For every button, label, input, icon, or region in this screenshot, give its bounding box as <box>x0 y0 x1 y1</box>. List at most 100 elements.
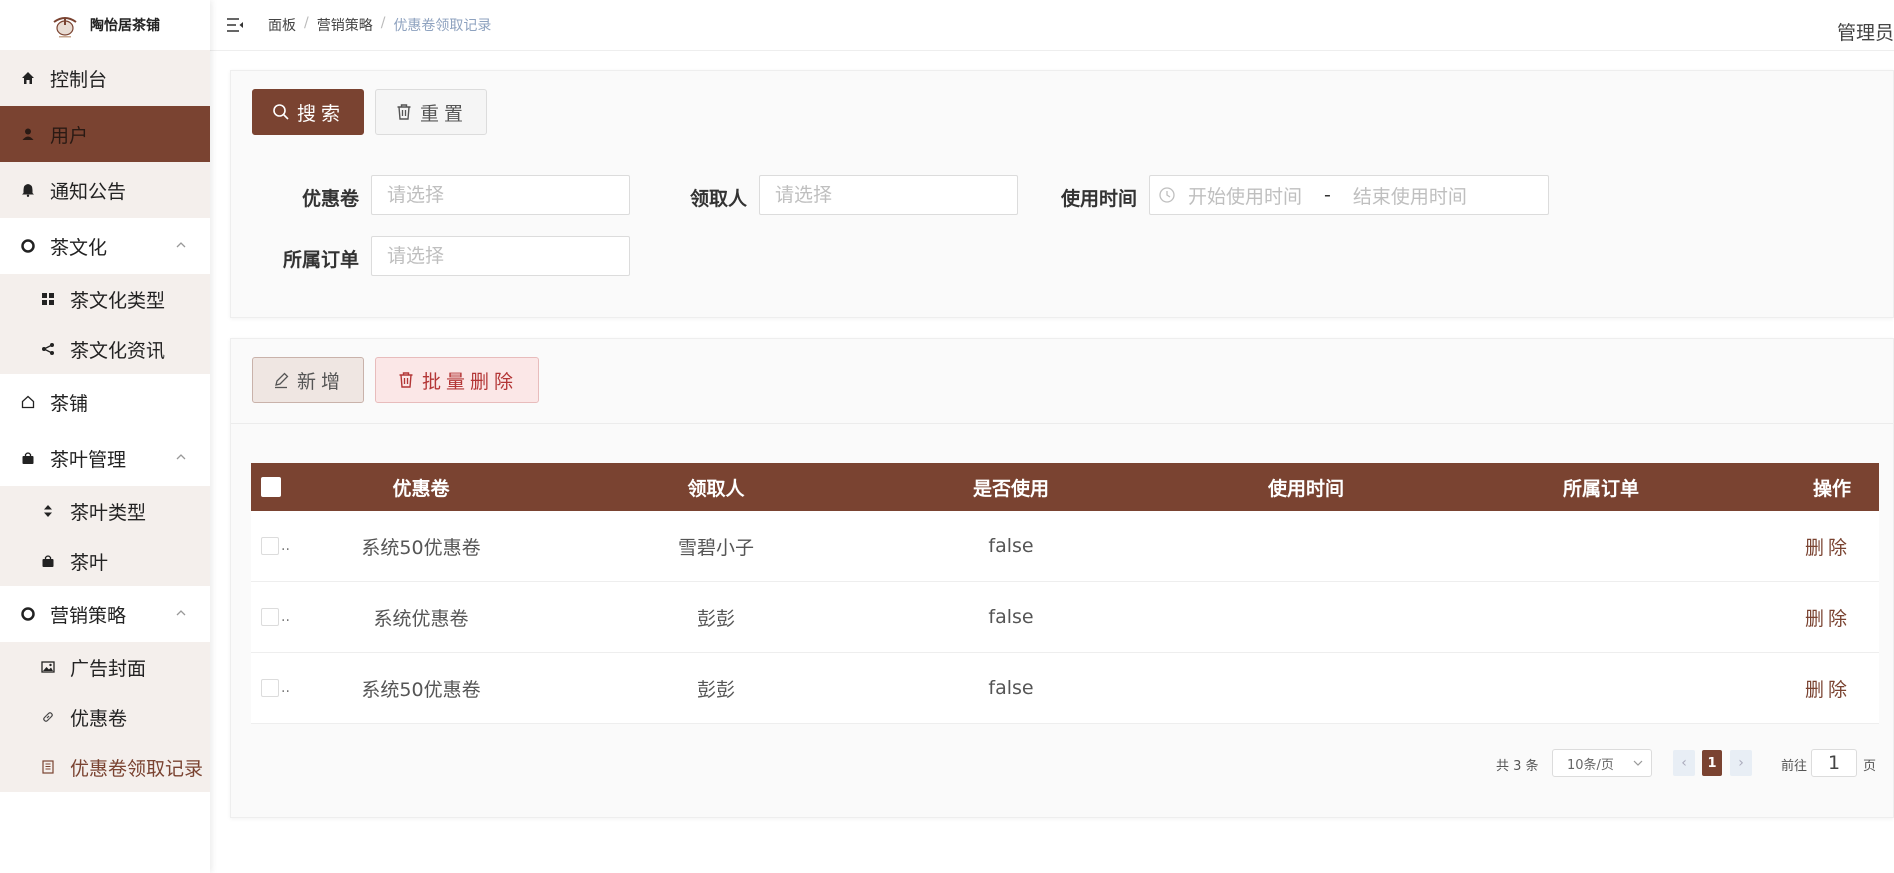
coupon-select[interactable]: 请选择 <box>371 175 630 215</box>
row-checkbox-cell: .. <box>251 679 311 697</box>
sidebar-item-ad-cover[interactable]: 广告封面 <box>0 642 210 692</box>
sidebar-item-coupon-records[interactable]: 优惠卷领取记录 <box>0 742 210 792</box>
sidebar-item-label: 茶铺 <box>50 392 89 415</box>
cell-used: false <box>988 535 1034 557</box>
row-ellipsis: .. <box>281 609 290 625</box>
pagination-total: 共 3 条 <box>1496 759 1539 774</box>
next-page-button[interactable]: › <box>1730 750 1752 776</box>
receiver-select[interactable]: 请选择 <box>759 175 1018 215</box>
sidebar-item-label: 茶叶 <box>70 551 109 574</box>
sidebar-item-tea-shop[interactable]: 茶铺 <box>0 374 210 430</box>
use-time-filter-label: 使用时间 <box>1060 188 1137 210</box>
edit-icon <box>271 370 291 390</box>
table-panel: 新增 批量删除 优惠卷 领取人 是否使用 使用时间 所属订单 操作 .. 系统5… <box>230 338 1894 818</box>
house-outline-icon <box>20 394 36 410</box>
column-header-use-time: 使用时间 <box>1267 477 1344 500</box>
document-icon <box>40 759 56 775</box>
cell-receiver: 彭彭 <box>696 678 735 701</box>
user-menu[interactable]: 管理员 <box>1837 18 1894 45</box>
end-time-input[interactable]: 结束使用时间 <box>1353 182 1467 209</box>
goto-page-input[interactable]: 1 <box>1811 749 1857 777</box>
breadcrumb-item-panel[interactable]: 面板 <box>268 15 296 35</box>
table-row: .. 系统50优惠卷 雪碧小子 false 删除 <box>251 511 1879 582</box>
cell-coupon: 系统50优惠卷 <box>361 678 481 701</box>
reset-button[interactable]: 重置 <box>375 89 487 135</box>
home-icon <box>20 70 36 86</box>
chevron-up-icon[interactable] <box>174 452 188 462</box>
panel-divider <box>231 423 1893 424</box>
search-icon <box>271 102 291 122</box>
cell-coupon: 系统优惠卷 <box>373 607 469 630</box>
row-checkbox[interactable] <box>261 537 279 555</box>
breadcrumb: 面板 / 营销策略 / 优惠卷领取记录 <box>268 15 491 35</box>
sidebar: 陶怡居茶铺 控制台 用户 通知公告 茶文化 茶文化类型 茶文化资讯 茶铺 茶叶管… <box>0 0 210 873</box>
header-checkbox-cell <box>251 477 311 497</box>
sidebar-item-coupon[interactable]: 优惠卷 <box>0 692 210 742</box>
sidebar-item-user[interactable]: 用户 <box>0 106 210 162</box>
page-unit-label: 页 <box>1863 759 1877 774</box>
sidebar-item-label: 广告封面 <box>70 657 147 680</box>
sidebar-item-marketing[interactable]: 营销策略 <box>0 586 210 642</box>
sidebar-item-label: 用户 <box>50 124 89 147</box>
chevron-up-icon[interactable] <box>174 240 188 250</box>
sidebar-item-label: 茶文化 <box>50 236 108 259</box>
lifebuoy-icon <box>20 606 36 622</box>
sidebar-item-dashboard[interactable]: 控制台 <box>0 50 210 106</box>
column-header-receiver: 领取人 <box>687 477 745 500</box>
table-header: 优惠卷 领取人 是否使用 使用时间 所属订单 操作 <box>251 463 1879 511</box>
delete-button[interactable]: 删除 <box>1805 679 1851 701</box>
range-separator: - <box>1324 184 1331 206</box>
sidebar-item-label: 营销策略 <box>50 604 127 627</box>
cell-receiver: 雪碧小子 <box>677 536 754 559</box>
order-select[interactable]: 请选择 <box>371 236 630 276</box>
menu-fold-icon[interactable] <box>226 17 244 33</box>
chevron-up-icon[interactable] <box>174 608 188 618</box>
start-time-input[interactable]: 开始使用时间 <box>1188 182 1302 209</box>
search-button[interactable]: 搜索 <box>252 89 364 135</box>
order-filter-label: 所属订单 <box>282 249 359 271</box>
sidebar-item-label: 茶文化类型 <box>70 289 166 312</box>
select-all-checkbox[interactable] <box>261 477 281 497</box>
cell-action: 删除 <box>1711 675 1879 702</box>
cell-used: false <box>988 677 1034 699</box>
breadcrumb-item-current: 优惠卷领取记录 <box>393 18 492 34</box>
use-time-range-picker[interactable]: 开始使用时间 - 结束使用时间 <box>1149 175 1549 215</box>
row-checkbox-cell: .. <box>251 608 311 626</box>
pagination: 共 3 条 10条/页 ‹ 1 › 前往 1 页 <box>231 749 1893 779</box>
sidebar-item-label: 茶叶管理 <box>50 448 127 471</box>
row-checkbox[interactable] <box>261 679 279 697</box>
sidebar-item-tea-culture[interactable]: 茶文化 <box>0 218 210 274</box>
sidebar-item-tea[interactable]: 茶叶 <box>0 536 210 586</box>
reset-button-label: 重置 <box>419 102 468 125</box>
sidebar-item-label: 控制台 <box>50 68 108 91</box>
cell-receiver: 彭彭 <box>696 607 735 630</box>
batch-delete-button-label: 批量删除 <box>421 370 518 393</box>
sidebar-item-tea-culture-type[interactable]: 茶文化类型 <box>0 274 210 324</box>
sidebar-item-label: 优惠卷 <box>70 707 128 730</box>
logo[interactable]: 陶怡居茶铺 <box>0 0 210 50</box>
cell-action: 删除 <box>1711 533 1879 560</box>
table-row: .. 系统50优惠卷 彭彭 false 删除 <box>251 653 1879 724</box>
sidebar-submenu-marketing: 广告封面 优惠卷 优惠卷领取记录 <box>0 642 210 792</box>
row-checkbox[interactable] <box>261 608 279 626</box>
breadcrumb-item-marketing[interactable]: 营销策略 <box>317 15 373 35</box>
bag-icon <box>20 450 36 466</box>
cell-coupon: 系统50优惠卷 <box>361 536 481 559</box>
batch-delete-button[interactable]: 批量删除 <box>375 357 539 403</box>
sidebar-item-tea-culture-news[interactable]: 茶文化资讯 <box>0 324 210 374</box>
page-size-select[interactable]: 10条/页 <box>1552 749 1652 777</box>
sidebar-item-notice[interactable]: 通知公告 <box>0 162 210 218</box>
delete-button[interactable]: 删除 <box>1805 608 1851 630</box>
page-size-value: 10条/页 <box>1567 757 1614 773</box>
cell-action: 删除 <box>1711 604 1879 631</box>
sidebar-item-tea-type[interactable]: 茶叶类型 <box>0 486 210 536</box>
row-checkbox-cell: .. <box>251 537 311 555</box>
brand-name: 陶怡居茶铺 <box>90 18 160 34</box>
delete-button[interactable]: 删除 <box>1805 537 1851 559</box>
sidebar-item-tea-management[interactable]: 茶叶管理 <box>0 430 210 486</box>
sort-icon <box>40 503 56 519</box>
sidebar-item-label: 茶叶类型 <box>70 501 147 524</box>
add-button[interactable]: 新增 <box>252 357 364 403</box>
prev-page-button[interactable]: ‹ <box>1673 750 1695 776</box>
page-number-current[interactable]: 1 <box>1702 750 1722 776</box>
